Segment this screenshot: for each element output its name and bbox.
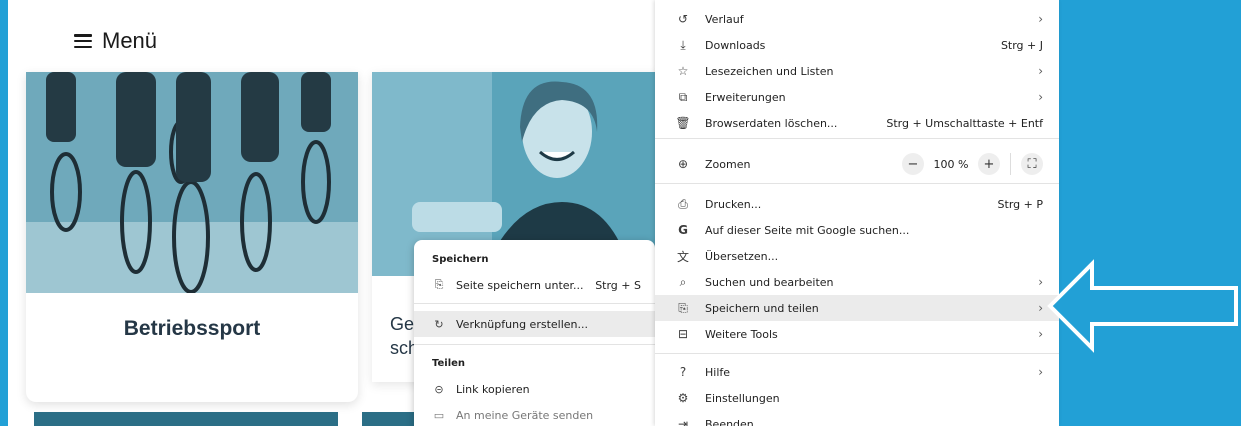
menu-item-quit[interactable]: ⇥ Beenden: [655, 411, 1059, 426]
history-icon: ↺: [677, 12, 689, 26]
exit-icon: ⇥: [677, 417, 689, 426]
chevron-right-icon: ›: [1038, 365, 1043, 379]
menu-item-clear-data[interactable]: 🗑 Browserdaten löschen... Strg + Umschal…: [655, 110, 1059, 136]
menu-divider: [655, 183, 1059, 184]
zoom-icon: ⊕: [677, 157, 689, 171]
bookmarks-label: Lesezeichen und Listen: [705, 64, 834, 78]
site-menu-button[interactable]: Menü: [74, 28, 157, 54]
toolbox-icon: ⊟: [677, 327, 689, 341]
submenu-divider: [414, 344, 655, 345]
zoom-label: Zoomen: [705, 157, 751, 171]
save-page-icon: ⎘: [434, 278, 444, 291]
save-page-label: Seite speichern unter...: [456, 278, 584, 292]
printer-icon: ⎙: [678, 196, 688, 211]
downloads-shortcut: Strg + J: [1000, 38, 1043, 52]
menu-item-print[interactable]: ⎙ Drucken... Strg + P: [655, 191, 1059, 217]
cyclists-image: [26, 72, 358, 293]
card-image-partial-2: [362, 412, 422, 426]
gear-icon: ⚙: [677, 391, 689, 405]
fullscreen-icon[interactable]: ⛶: [1021, 153, 1043, 175]
browser-main-menu: ↺ Verlauf › ⤓ Downloads Strg + J ☆ Lesez…: [655, 0, 1059, 426]
submenu-section-save: Speichern: [432, 254, 489, 265]
save-share-submenu: Speichern ⎘ Seite speichern unter... Str…: [414, 240, 655, 426]
create-shortcut-label: Verknüpfung erstellen...: [456, 317, 588, 331]
chevron-right-icon: ›: [1038, 12, 1043, 26]
copy-link-item[interactable]: ⊝ Link kopieren: [414, 376, 655, 402]
trash-icon: 🗑: [675, 116, 691, 130]
save-share-icon: ⎘: [678, 300, 688, 315]
quit-label: Beenden: [705, 417, 754, 426]
print-label: Drucken...: [705, 197, 762, 211]
submenu-divider: [414, 303, 655, 304]
zoom-separator: [1010, 153, 1011, 175]
puzzle-icon: ⧉: [678, 89, 688, 104]
devices-icon: ▭: [433, 408, 445, 422]
send-to-devices-item[interactable]: ▭ An meine Geräte senden: [414, 402, 655, 426]
history-label: Verlauf: [705, 12, 744, 26]
menu-item-help[interactable]: ? Hilfe ›: [655, 359, 1059, 385]
menu-divider: [655, 353, 1059, 354]
submenu-section-share: Teilen: [432, 358, 466, 369]
google-search-label: Auf dieser Seite mit Google suchen...: [705, 223, 910, 237]
menu-item-save-share[interactable]: ⎘ Speichern und teilen ›: [655, 295, 1059, 321]
menu-divider: [655, 138, 1059, 139]
downloads-label: Downloads: [705, 38, 766, 52]
settings-label: Einstellungen: [705, 391, 780, 405]
send-devices-label: An meine Geräte senden: [456, 408, 594, 422]
annotation-arrow: [1047, 259, 1238, 353]
save-page-shortcut: Strg + S: [595, 278, 641, 292]
menu-item-settings[interactable]: ⚙ Einstellungen: [655, 385, 1059, 411]
menu-item-find-edit[interactable]: ⌕ Suchen und bearbeiten ›: [655, 269, 1059, 295]
card-title-betriebssport: Betriebssport: [123, 317, 261, 340]
menu-item-extensions[interactable]: ⧉ Erweiterungen ›: [655, 84, 1059, 110]
chevron-right-icon: ›: [1038, 90, 1043, 104]
menu-item-more-tools[interactable]: ⊟ Weitere Tools ›: [655, 321, 1059, 347]
save-page-as-item[interactable]: ⎘ Seite speichern unter... Strg + S: [414, 272, 655, 298]
more-tools-label: Weitere Tools: [705, 327, 778, 341]
copy-link-label: Link kopieren: [456, 382, 530, 396]
clear-data-shortcut: Strg + Umschalttaste + Entf: [886, 116, 1043, 130]
help-label: Hilfe: [705, 365, 731, 379]
zoom-out-button[interactable]: −: [902, 153, 924, 175]
zoom-in-button[interactable]: +: [978, 153, 1000, 175]
find-edit-label: Suchen und bearbeiten: [705, 275, 834, 289]
menu-item-zoom: ⊕ Zoomen − 100 % + ⛶: [655, 149, 1059, 179]
chevron-right-icon: ›: [1038, 64, 1043, 78]
create-shortcut-item[interactable]: ↻ Verknüpfung erstellen...: [414, 311, 655, 337]
find-icon: ⌕: [679, 274, 687, 289]
site-menu-label: Menü: [102, 28, 158, 53]
star-icon: ☆: [677, 64, 689, 78]
shortcut-icon: ↻: [434, 317, 444, 331]
menu-item-translate[interactable]: 文 Übersetzen...: [655, 243, 1059, 269]
help-icon: ?: [679, 365, 687, 379]
print-shortcut: Strg + P: [997, 197, 1043, 211]
extensions-label: Erweiterungen: [705, 90, 786, 104]
menu-item-history[interactable]: ↺ Verlauf ›: [655, 6, 1059, 32]
translate-icon: 文: [676, 249, 689, 264]
menu-item-google-search[interactable]: G Auf dieser Seite mit Google suchen...: [655, 217, 1059, 243]
menu-item-bookmarks[interactable]: ☆ Lesezeichen und Listen ›: [655, 58, 1059, 84]
card-betriebssport[interactable]: Betriebssport: [26, 72, 358, 402]
menu-item-downloads[interactable]: ⤓ Downloads Strg + J: [655, 32, 1059, 58]
hamburger-icon: [74, 34, 92, 48]
card-image-partial-1: [34, 412, 338, 426]
zoom-controls: − 100 % + ⛶: [902, 153, 1043, 175]
clear-data-label: Browserdaten löschen...: [705, 116, 838, 130]
link-icon: ⊝: [434, 382, 444, 396]
google-icon: G: [678, 223, 688, 237]
translate-label: Übersetzen...: [705, 249, 779, 263]
zoom-value: 100 %: [933, 157, 969, 171]
save-share-label: Speichern und teilen: [705, 301, 819, 315]
download-icon: ⤓: [680, 37, 686, 52]
